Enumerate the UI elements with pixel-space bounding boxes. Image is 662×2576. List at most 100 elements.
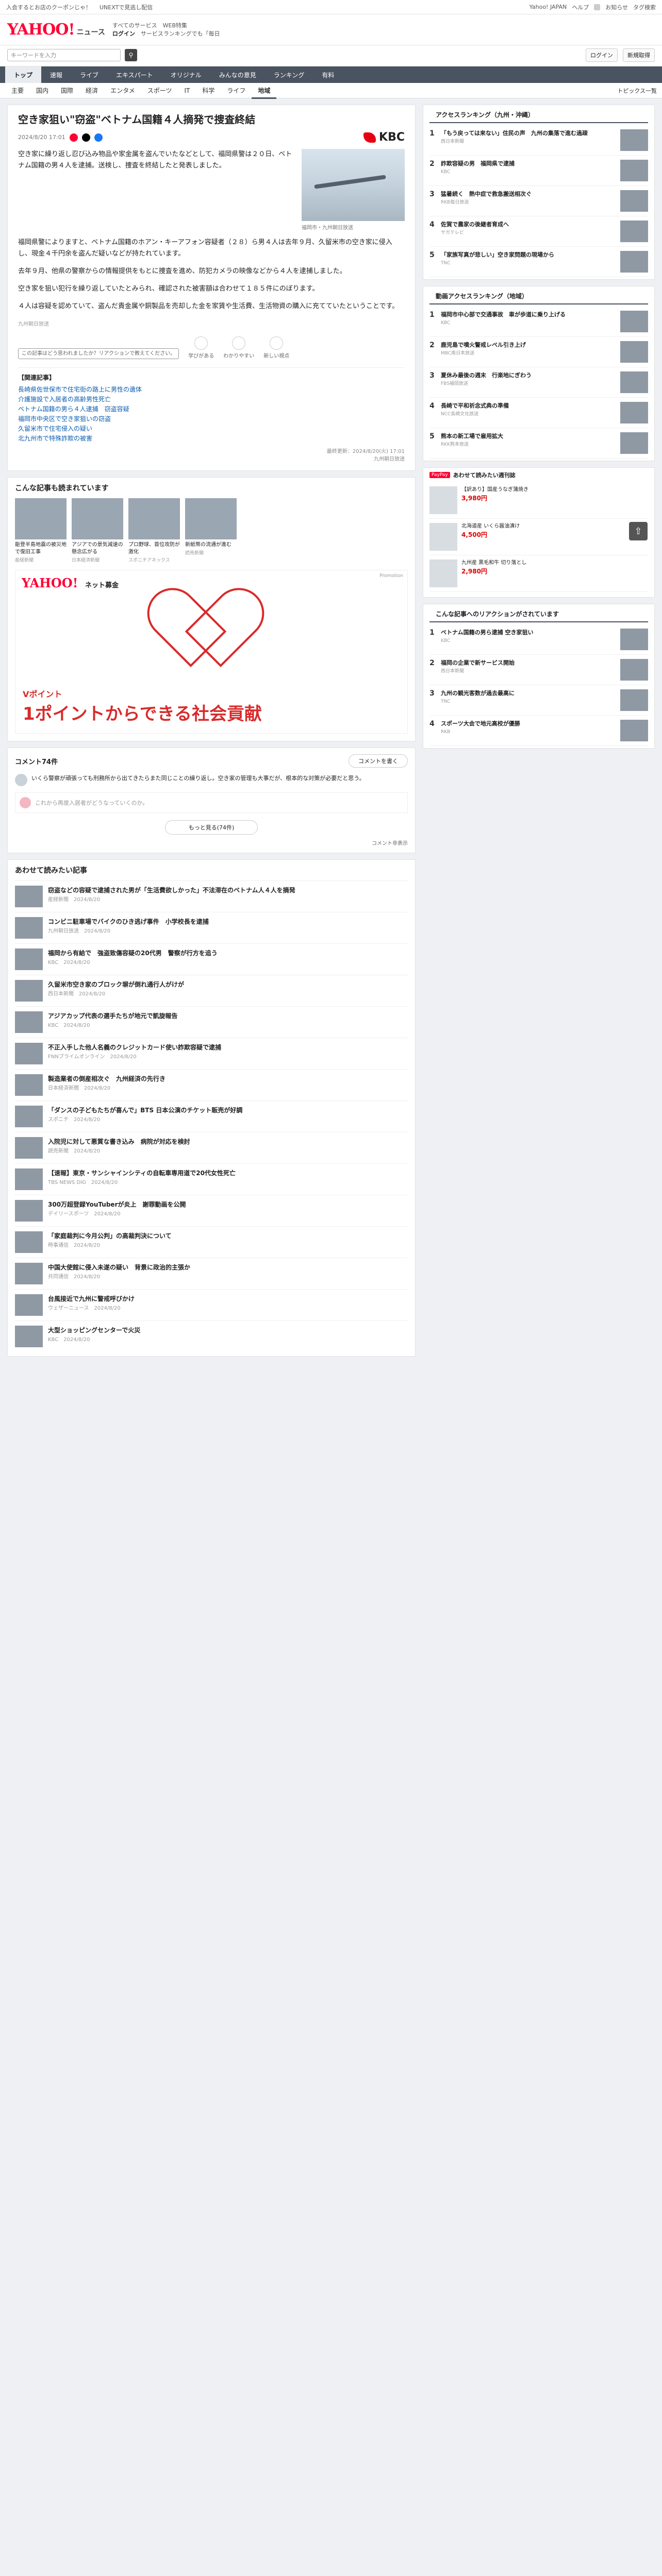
recommend-title[interactable]: 新紙幣の流通が進む	[185, 541, 237, 549]
feed-item[interactable]: 「家庭裁判に今月公判」の高裁判決について 時事通信 2024/8/20	[15, 1226, 408, 1258]
recommend-thumbnail[interactable]	[72, 498, 123, 539]
ranking-title[interactable]: 詐欺容疑の男 福岡県で逮捕 KBC	[441, 160, 616, 181]
all-services-link[interactable]: すべてのサービス	[112, 22, 157, 29]
recommend-title[interactable]: 能登半島地震の被災地で復旧工事	[15, 541, 67, 556]
feed-thumbnail[interactable]	[15, 1231, 43, 1253]
hide-comments-toggle[interactable]: コメント非表示	[15, 839, 408, 846]
product-title[interactable]: 北海道産 いくら醤油漬け 4,500円	[461, 523, 648, 551]
feed-title[interactable]: 窃盗などの容疑で逮捕された男が「生活費欲しかった」不法滞在のベトナム人４人を摘発	[48, 886, 295, 895]
ranking-title[interactable]: 熊本の新工場で雇用拡大 RKK熊本放送	[441, 432, 616, 454]
ranking-item[interactable]: 3 九州の観光客数が過去最高に TNC	[429, 685, 648, 716]
ranking-thumbnail[interactable]	[620, 689, 648, 711]
product-thumbnail[interactable]	[429, 560, 457, 587]
recommend-title[interactable]: プロ野球、首位攻防が激化	[128, 541, 180, 556]
category-tab-科学[interactable]: 科学	[196, 86, 221, 95]
register-link[interactable]: サービスランキングでも「毎日	[141, 30, 220, 37]
category-tab-国内[interactable]: 国内	[30, 86, 55, 95]
feed-item[interactable]: 窃盗などの容疑で逮捕された男が「生活費欲しかった」不法滞在のベトナム人４人を摘発…	[15, 880, 408, 912]
login-button[interactable]: ログイン	[586, 48, 618, 62]
publisher-name[interactable]: 九州朝日放送	[18, 455, 405, 463]
related-link[interactable]: 福岡市中央区で空き家狙いの窃盗	[18, 414, 405, 424]
feed-title[interactable]: 300万超登録YouTuberが炎上 謝罪動画を公開	[48, 1200, 186, 1209]
feed-thumbnail[interactable]	[15, 948, 43, 970]
promo-link-1[interactable]: 入会するとお店のクーポンじゃ！	[6, 3, 91, 11]
ranking-title[interactable]: 福岡市中心部で交通事故 車が歩道に乗り上げる KBC	[441, 311, 616, 332]
feed-thumbnail[interactable]	[15, 1326, 43, 1347]
recommend-thumbnail[interactable]	[128, 498, 180, 539]
reaction-clear[interactable]: わかりやすい	[223, 336, 254, 359]
feed-thumbnail[interactable]	[15, 980, 43, 1002]
more-comments-button[interactable]: もっと見る(74件)	[165, 820, 258, 835]
feed-thumbnail[interactable]	[15, 1043, 43, 1064]
paypay-item[interactable]: 北海道産 いくら醤油漬け 4,500円	[429, 519, 648, 555]
product-thumbnail[interactable]	[429, 486, 457, 514]
yahoo-japan-link[interactable]: Yahoo! JAPAN	[529, 4, 567, 10]
nav-tab-みんなの意見[interactable]: みんなの意見	[210, 66, 265, 83]
ranking-item[interactable]: 3 猛暑続く 熱中症で救急搬送相次ぐ RKB毎日放送	[429, 186, 648, 216]
article-photo[interactable]: 福岡市・九州朝日放送	[302, 149, 405, 231]
ranking-thumbnail[interactable]	[620, 432, 648, 454]
paypay-item[interactable]: 【訳あり】国産うなぎ蒲焼き 3,980円	[429, 482, 648, 519]
source-logo[interactable]: KBC	[363, 131, 405, 144]
category-tab-地域[interactable]: 地域	[252, 82, 277, 99]
recommend-thumbnail[interactable]	[15, 498, 67, 539]
recommend-thumbnail[interactable]	[185, 498, 237, 539]
search-input[interactable]: キーワードを入力	[7, 49, 121, 61]
feed-item[interactable]: 「ダンスの子どもたちが喜んで」BTS 日本公演のチケット販売が好調 スポニチ 20…	[15, 1100, 408, 1132]
feed-thumbnail[interactable]	[15, 1137, 43, 1159]
related-link[interactable]: ベトナム国籍の男ら４人逮捕 窃盗容疑	[18, 404, 405, 414]
ranking-title[interactable]: スポーツ大会で地元高校が優勝 RKB	[441, 720, 616, 741]
ranking-item[interactable]: 4 スポーツ大会で地元高校が優勝 RKB	[429, 716, 648, 746]
nav-tab-ライブ[interactable]: ライブ	[71, 66, 107, 83]
recommend-item[interactable]: 能登半島地震の被災地で復旧工事 産経新聞	[15, 498, 67, 564]
related-link[interactable]: 介護施設で入居者の高齢男性死亡	[18, 395, 405, 404]
category-tab-スポーツ[interactable]: スポーツ	[141, 86, 178, 95]
feed-title[interactable]: 「ダンスの子どもたちが喜んで」BTS 日本公演のチケット販売が好調	[48, 1106, 242, 1115]
feed-item[interactable]: 入院児に対して悪質な書き込み 病院が対応を検討 読売新聞 2024/8/20	[15, 1132, 408, 1163]
category-tab-主要[interactable]: 主要	[5, 86, 30, 95]
feed-title[interactable]: 入院児に対して悪質な書き込み 病院が対応を検討	[48, 1137, 190, 1146]
ranking-thumbnail[interactable]	[620, 311, 648, 332]
recommend-item[interactable]: 新紙幣の流通が進む 読売新聞	[185, 498, 237, 564]
feed-thumbnail[interactable]	[15, 1200, 43, 1222]
signup-button[interactable]: 新規取得	[623, 48, 655, 62]
feed-item[interactable]: コンビニ駐車場でバイクのひき逃げ事件 小学校長を逮捕 九州朝日放送 2024/8/…	[15, 912, 408, 943]
feed-title[interactable]: 福岡から有給で 強盗致傷容疑の20代男 警察が行方を追う	[48, 948, 218, 958]
site-logo[interactable]: YAHOO! ニュース	[7, 21, 105, 39]
feed-title[interactable]: 【速報】東京・サンシャインシティの自転車専用道で20代女性死亡	[48, 1168, 236, 1178]
ranking-thumbnail[interactable]	[620, 371, 648, 393]
feed-title[interactable]: 久留米市空き家のブロック塀が倒れ通行人がけが	[48, 980, 184, 989]
ranking-thumbnail[interactable]	[620, 402, 648, 423]
feed-item[interactable]: 中国大使館に侵入未遂の疑い 背景に政治的主張か 共同通信 2024/8/20	[15, 1258, 408, 1289]
ranking-thumbnail[interactable]	[620, 129, 648, 151]
topics-list-link[interactable]: トピックス一覧	[617, 87, 657, 95]
nav-tab-ランキング[interactable]: ランキング	[265, 66, 313, 83]
ranking-title[interactable]: 長崎で平和祈念式典の準備 NCC長崎文化放送	[441, 402, 616, 423]
ranking-item[interactable]: 1 福岡市中心部で交通事故 車が歩道に乗り上げる KBC	[429, 307, 648, 337]
web-feature-link[interactable]: WEB特集	[163, 22, 187, 29]
facebook-share-icon[interactable]	[94, 133, 103, 142]
ranking-thumbnail[interactable]	[620, 160, 648, 181]
related-link[interactable]: 久留米市で住宅侵入の疑い	[18, 424, 405, 434]
ranking-thumbnail[interactable]	[620, 251, 648, 273]
related-link[interactable]: 長崎県佐世保市で住宅街の路上に男性の遺体	[18, 385, 405, 395]
share-icon[interactable]	[69, 133, 78, 142]
nav-tab-速報[interactable]: 速報	[41, 66, 71, 83]
category-tab-ライフ[interactable]: ライフ	[221, 86, 252, 95]
feed-item[interactable]: 不正入手した他人名義のクレジットカード使い詐欺容疑で逮捕 FNNプライムオンライン…	[15, 1038, 408, 1069]
notice-link[interactable]: お知らせ	[605, 3, 628, 11]
nav-tab-エキスパート[interactable]: エキスパート	[107, 66, 162, 83]
ranking-title[interactable]: 「家族写真が悲しい」空き家問題の現場から TNC	[441, 251, 616, 273]
ranking-item[interactable]: 4 佐賀で農家の後継者育成へ サガテレビ	[429, 216, 648, 247]
ranking-title[interactable]: 「もう戻っては来ない」住民の声 九州の集落で進む過疎 西日本新聞	[441, 129, 616, 151]
tag-search-link[interactable]: タグ検索	[633, 3, 656, 11]
feed-item[interactable]: 久留米市空き家のブロック塀が倒れ通行人がけが 西日本新聞 2024/8/20	[15, 975, 408, 1006]
feed-title[interactable]: 中国大使館に侵入未遂の疑い 背景に政治的主張か	[48, 1263, 190, 1272]
feed-item[interactable]: 300万超登録YouTuberが炎上 謝罪動画を公開 デイリースポーツ 2024/…	[15, 1195, 408, 1226]
feed-item[interactable]: 福岡から有給で 強盗致傷容疑の20代男 警察が行方を追う KBC 2024/8/2…	[15, 943, 408, 975]
feed-item[interactable]: 大型ショッピングセンターで火災 KBC 2024/8/20	[15, 1320, 408, 1352]
arrow-up-icon[interactable]: ⇧	[629, 522, 648, 540]
ranking-thumbnail[interactable]	[620, 221, 648, 242]
ranking-thumbnail[interactable]	[620, 720, 648, 741]
paypay-item[interactable]: 九州産 黒毛和牛 切り落とし 2,980円	[429, 555, 648, 592]
